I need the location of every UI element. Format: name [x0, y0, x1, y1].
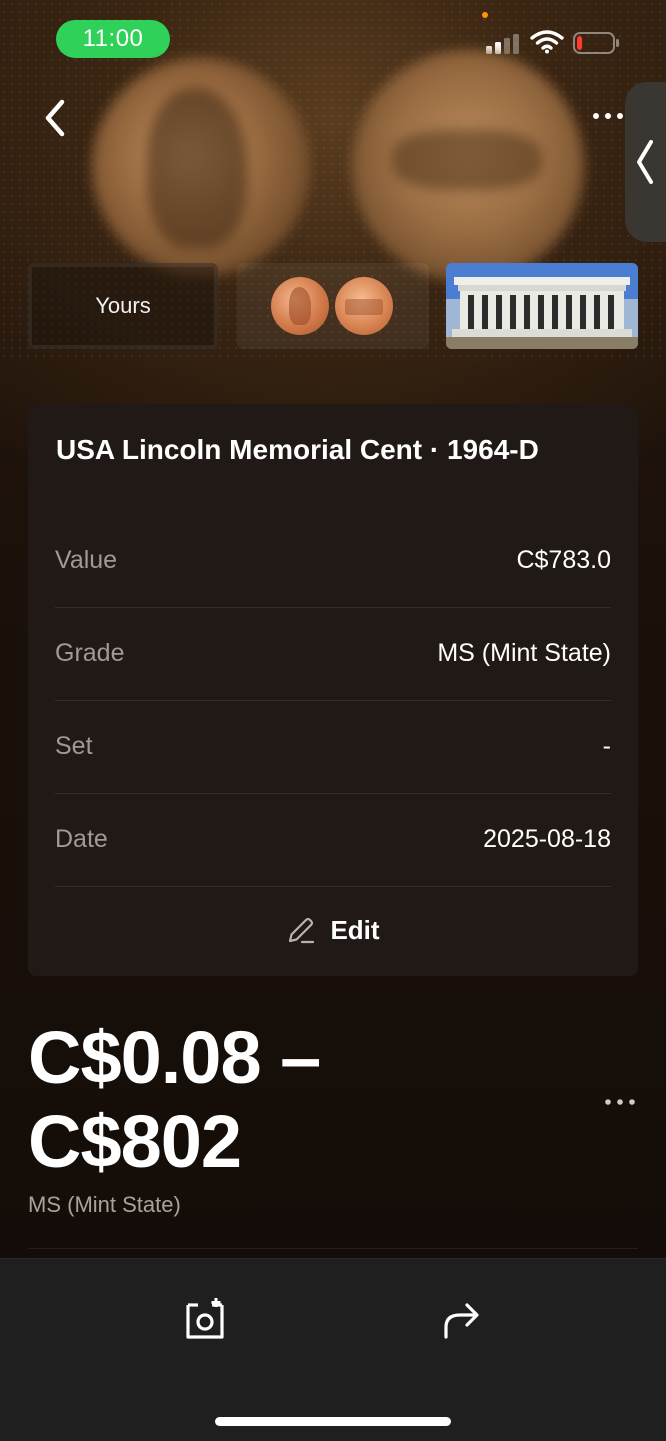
edit-label: Edit — [330, 914, 380, 945]
price-range-line1: C$0.08 – — [28, 1016, 321, 1099]
coin-reverse-image — [352, 50, 584, 282]
detail-value: - — [602, 732, 611, 760]
chevron-left-icon — [637, 140, 653, 184]
price-grade-label: MS (Mint State) — [28, 1192, 181, 1217]
back-button[interactable] — [36, 96, 76, 140]
thumb-yours[interactable]: Yours — [28, 263, 218, 349]
bottom-toolbar — [0, 1258, 666, 1441]
detail-row-grade: Grade MS (Mint State) — [55, 607, 611, 701]
detail-label: Value — [55, 546, 118, 574]
edit-button[interactable]: Edit — [28, 884, 638, 976]
detail-row-date: Date 2025-08-18 — [55, 793, 611, 887]
thumb-lincoln-memorial[interactable] — [446, 263, 638, 349]
wifi-icon — [530, 30, 564, 54]
share-arrow-icon[interactable] — [440, 1299, 482, 1341]
detail-row-value: Value C$783.0 — [55, 514, 611, 608]
detail-value: MS (Mint State) — [437, 639, 611, 667]
thumb-reference-coins[interactable] — [237, 263, 429, 349]
detail-value: 2025-08-18 — [483, 825, 611, 853]
more-options-icon[interactable] — [590, 104, 626, 128]
reference-obverse-image — [271, 277, 329, 335]
price-range: C$0.08 – C$802 — [28, 1016, 321, 1184]
detail-value: C$783.0 — [516, 546, 611, 574]
coin-title: USA Lincoln Memorial Cent · 1964-D — [56, 434, 539, 465]
coin-details-card: USA Lincoln Memorial Cent · 1964-D Value… — [28, 404, 638, 976]
detail-label: Date — [55, 825, 108, 853]
reference-reverse-image — [335, 277, 393, 335]
detail-label: Grade — [55, 639, 125, 667]
detail-row-set: Set - — [55, 700, 611, 794]
price-more-icon[interactable] — [602, 1090, 638, 1114]
lincoln-memorial-image — [446, 263, 638, 349]
section-divider — [28, 1248, 638, 1249]
camera-scan-icon[interactable] — [182, 1297, 228, 1343]
coin-obverse-image — [92, 58, 310, 276]
cellular-signal-icon — [486, 32, 522, 54]
side-panel-handle[interactable] — [625, 82, 666, 242]
detail-label: Set — [55, 732, 93, 760]
privacy-indicator — [482, 12, 488, 18]
pencil-icon — [289, 917, 315, 944]
status-time: 11:00 — [56, 20, 170, 58]
price-range-line2: C$802 — [28, 1100, 242, 1183]
battery-icon — [573, 32, 619, 54]
home-indicator — [215, 1417, 451, 1426]
thumb-yours-label: Yours — [95, 293, 151, 318]
